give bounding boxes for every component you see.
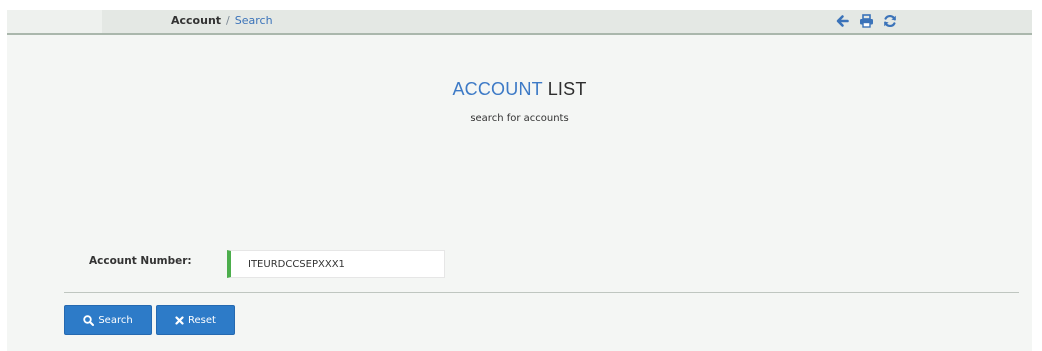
top-bar-left-shade (7, 10, 102, 33)
search-button-label: Search (98, 314, 133, 326)
app-frame: Account / Search ACCOUNT LIST search for… (7, 10, 1032, 351)
account-number-input[interactable] (231, 251, 444, 277)
print-icon[interactable] (857, 12, 875, 30)
form-divider (64, 292, 1019, 293)
reset-button-label: Reset (188, 314, 216, 326)
arrow-left-icon[interactable] (833, 12, 851, 30)
reset-button[interactable]: Reset (156, 305, 235, 335)
search-button[interactable]: Search (64, 305, 152, 335)
breadcrumb-root[interactable]: Account (171, 14, 221, 27)
close-icon (175, 315, 184, 325)
account-number-label: Account Number: (89, 255, 192, 267)
breadcrumb-separator: / (226, 14, 230, 27)
breadcrumb-current: Search (234, 14, 273, 27)
toolbar-icons (833, 11, 899, 31)
top-bar: Account / Search (7, 10, 1032, 35)
breadcrumb: Account / Search (171, 14, 273, 27)
page-title-rest: LIST (547, 79, 587, 99)
account-number-field-wrapper (227, 250, 445, 278)
page-subtitle: search for accounts (470, 113, 569, 124)
search-icon (83, 314, 95, 326)
page-title: ACCOUNT LIST (7, 79, 1032, 100)
refresh-icon[interactable] (881, 12, 899, 30)
page-title-accent: ACCOUNT (452, 79, 543, 99)
